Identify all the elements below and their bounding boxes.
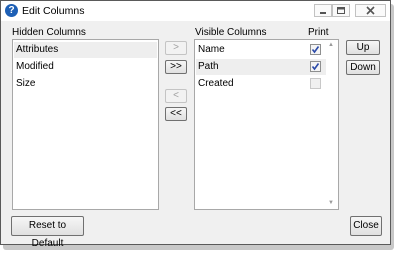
minimize-button[interactable] [314, 4, 332, 17]
visible-item-label: Path [198, 61, 219, 72]
edit-columns-dialog: ? Edit Columns Hidden Columns Attributes… [0, 0, 391, 249]
remove-column-button[interactable]: < [165, 89, 187, 103]
print-checkbox-created[interactable] [310, 78, 321, 89]
close-icon [366, 6, 375, 15]
add-all-columns-button[interactable]: >> [165, 60, 187, 74]
visible-columns-header: Visible Columns [195, 27, 267, 38]
scroll-up-icon[interactable]: ▲ [328, 42, 334, 48]
visible-item-created[interactable]: Created [196, 76, 326, 92]
restore-button[interactable] [332, 4, 350, 17]
close-window-button[interactable] [355, 4, 386, 17]
dialog-title: Edit Columns [22, 5, 85, 17]
add-column-button[interactable]: > [165, 41, 187, 55]
print-checkbox-name[interactable] [310, 44, 321, 55]
hidden-item-modified[interactable]: Modified [14, 59, 157, 75]
check-icon [311, 63, 320, 71]
visible-columns-list[interactable]: Name Path Created ▲ ▼ [194, 39, 339, 210]
visible-item-label: Created [198, 78, 234, 89]
visible-item-name[interactable]: Name [196, 42, 326, 58]
print-checkbox-path[interactable] [310, 61, 321, 72]
reset-to-default-button[interactable]: Reset to Default [11, 216, 84, 249]
remove-all-columns-button[interactable]: << [165, 107, 187, 121]
print-column-header: Print [308, 27, 329, 38]
move-down-button[interactable]: Down [346, 60, 380, 75]
scroll-down-icon[interactable]: ▼ [328, 200, 334, 206]
hidden-columns-list[interactable]: Attributes Modified Size [12, 39, 159, 210]
close-button[interactable]: Close [350, 216, 382, 236]
visible-item-path[interactable]: Path [196, 59, 326, 75]
check-icon [311, 46, 320, 54]
move-up-button[interactable]: Up [346, 40, 380, 55]
restore-icon [337, 7, 345, 14]
visible-item-label: Name [198, 44, 225, 55]
hidden-item-attributes[interactable]: Attributes [14, 42, 157, 58]
help-icon: ? [5, 4, 18, 17]
vertical-scrollbar[interactable]: ▲ ▼ [326, 40, 338, 209]
hidden-item-size[interactable]: Size [14, 76, 157, 92]
title-bar[interactable]: ? Edit Columns [1, 1, 390, 21]
hidden-columns-header: Hidden Columns [12, 27, 86, 38]
minimize-icon [320, 12, 326, 14]
